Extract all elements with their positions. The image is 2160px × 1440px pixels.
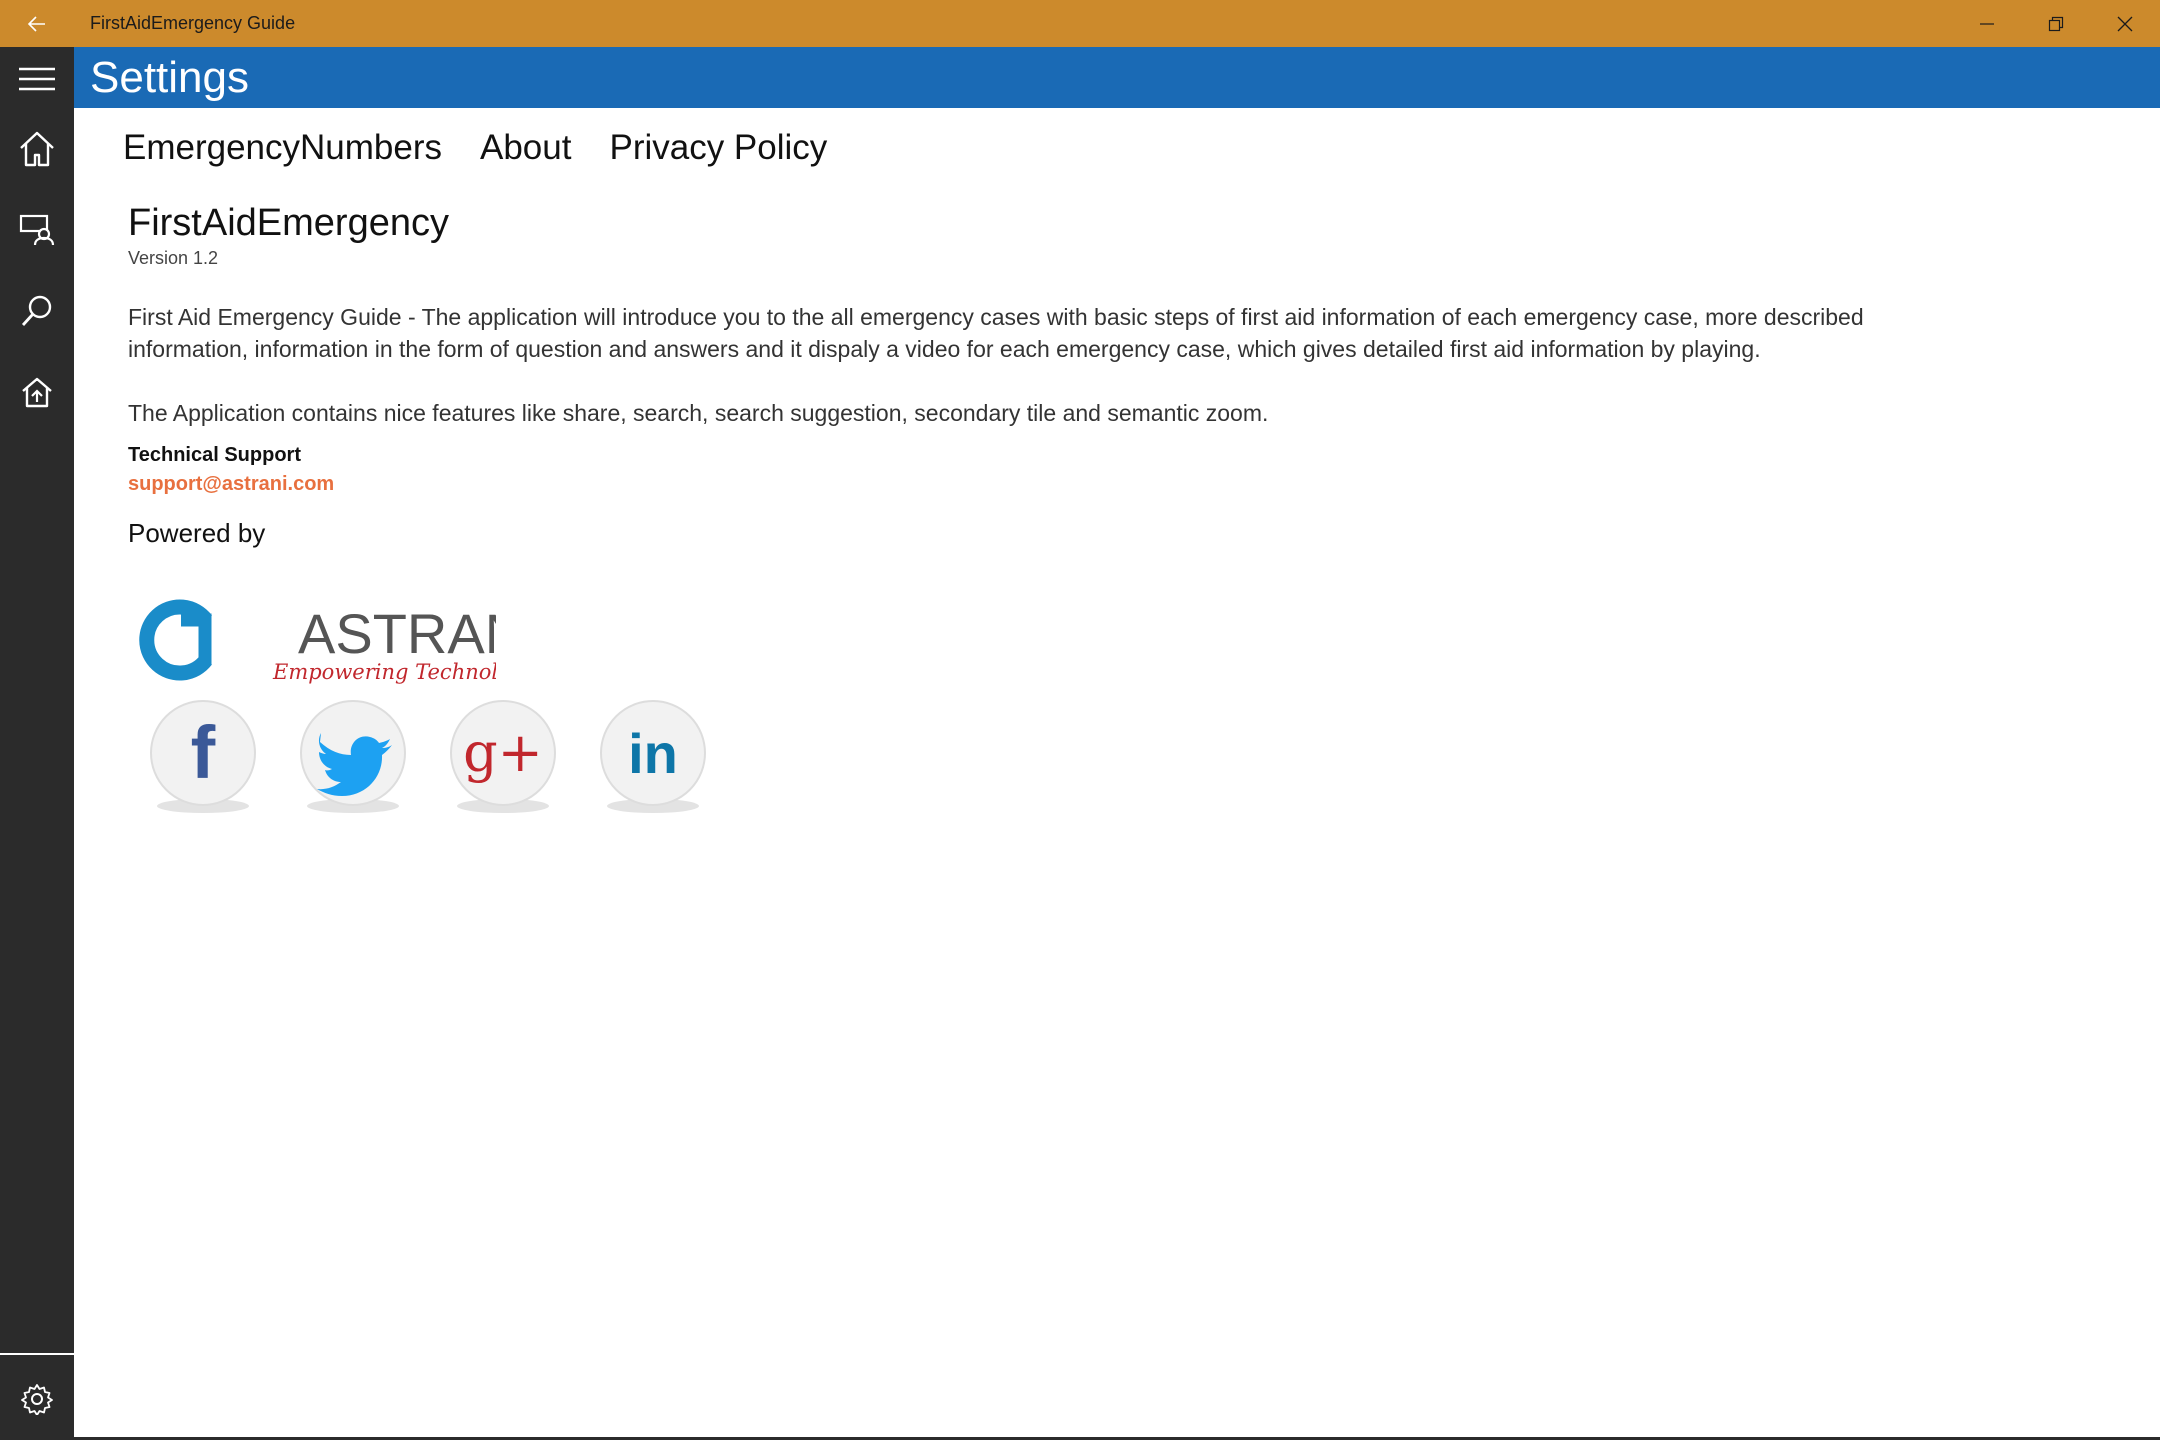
app-version: Version 1.2 (128, 248, 219, 268)
google-plus-icon: g+ (450, 700, 556, 813)
google-plus-glyph: g+ (463, 721, 543, 784)
user-list-icon (19, 214, 55, 246)
page-title: Settings (90, 53, 249, 102)
minimize-icon (1979, 22, 1994, 25)
app-features: The Application contains nice features l… (128, 400, 1269, 426)
settings-gear-icon (21, 1384, 53, 1415)
linkedin-button[interactable]: in (598, 698, 708, 818)
page-header: Settings (74, 47, 2160, 108)
support-label: Technical Support (128, 444, 301, 466)
nav-settings-button[interactable] (0, 1367, 74, 1431)
nav-pin-home-button[interactable] (0, 360, 74, 424)
restore-icon (2048, 16, 2063, 31)
app-description: First Aid Emergency Guide - The applicat… (128, 304, 1864, 362)
nav-sidebar (0, 47, 74, 1440)
linkedin-icon: in (600, 700, 706, 813)
close-button[interactable] (2090, 0, 2159, 47)
nav-search-button[interactable] (0, 279, 74, 343)
title-bar: FirstAidEmergency Guide (0, 0, 2160, 47)
powered-by-label: Powered by (128, 518, 266, 548)
nav-home-button[interactable] (0, 117, 74, 181)
facebook-glyph: f (191, 711, 216, 794)
back-button[interactable] (0, 0, 74, 47)
pin-home-icon (22, 377, 52, 408)
facebook-icon: f (150, 700, 256, 813)
minimize-button[interactable] (1952, 0, 2021, 47)
linkedin-glyph: in (628, 722, 678, 785)
close-icon (2117, 16, 2132, 31)
astrani-logo[interactable]: ASTRANI Empowering Technologies (126, 578, 554, 688)
twitter-icon (300, 700, 406, 813)
settings-tabs: EmergencyNumbers About Privacy Policy (123, 123, 827, 173)
restore-button[interactable] (2021, 0, 2090, 47)
back-arrow-icon (27, 15, 45, 32)
home-icon (20, 131, 54, 167)
tab-about[interactable]: About (480, 123, 571, 173)
window-title: FirstAidEmergency Guide (90, 13, 296, 33)
google-plus-button[interactable]: g+ (448, 698, 558, 818)
support-email-link[interactable]: support@astrani.com (128, 473, 334, 496)
logo-name: ASTRANI (298, 602, 496, 665)
app-name: FirstAidEmergency (128, 202, 449, 244)
logo-tagline: Empowering Technologies (272, 660, 496, 684)
settings-content: EmergencyNumbers About Privacy Policy Fi… (74, 108, 2160, 1438)
facebook-button[interactable]: f (148, 698, 258, 818)
nav-user-list-button[interactable] (0, 198, 74, 262)
twitter-button[interactable] (298, 698, 408, 818)
tab-emergency-numbers[interactable]: EmergencyNumbers (123, 123, 442, 173)
sidebar-divider (0, 1353, 74, 1355)
social-links: f g+ in (148, 698, 708, 818)
hamburger-menu-button[interactable] (0, 47, 74, 111)
search-icon (21, 295, 52, 326)
tab-privacy-policy[interactable]: Privacy Policy (609, 123, 827, 173)
hamburger-menu-icon (19, 67, 55, 91)
